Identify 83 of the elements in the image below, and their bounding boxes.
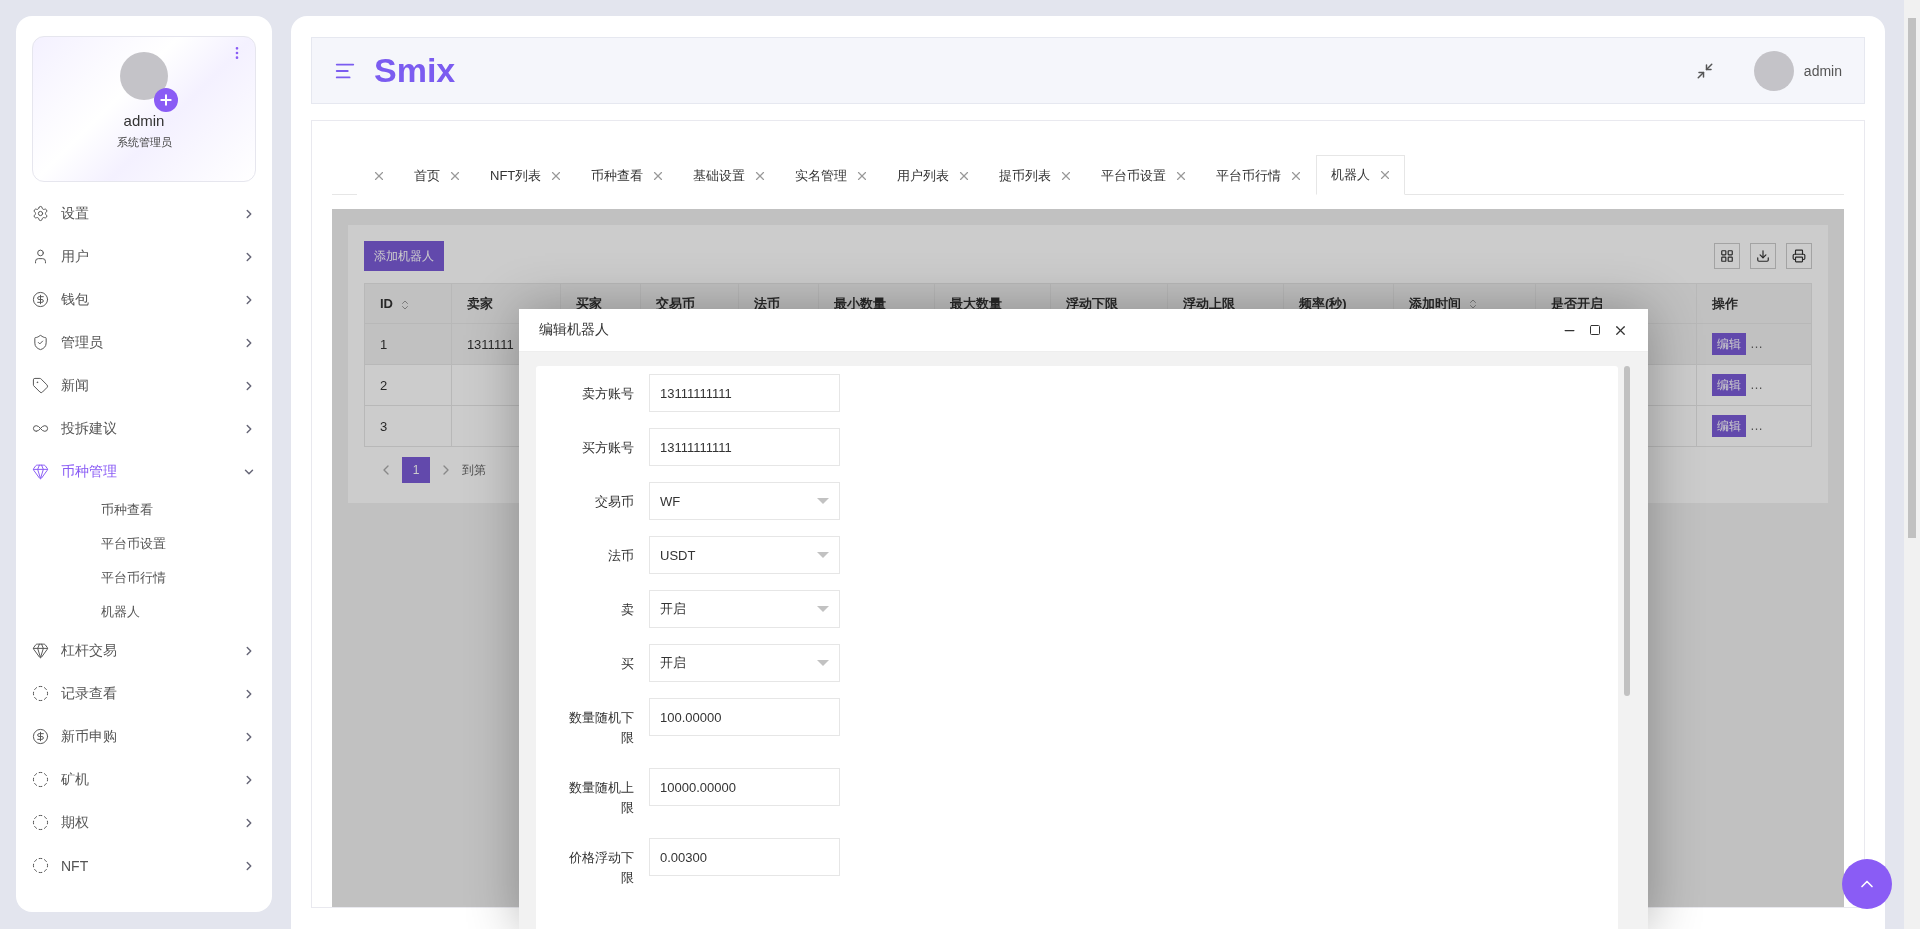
dollar-icon — [32, 728, 49, 745]
dollar-icon — [32, 291, 49, 308]
sidebar-item[interactable]: 钱包 — [32, 278, 256, 321]
field-label: 卖方账号 — [581, 385, 635, 403]
input-field[interactable]: 13111111111 — [649, 374, 840, 412]
collapse-icon[interactable] — [1695, 61, 1714, 80]
edit-button[interactable]: 编辑 — [1711, 333, 1746, 355]
page-button[interactable]: 1 — [402, 457, 430, 483]
select-field[interactable]: 开启 — [649, 644, 840, 682]
user-name: admin — [1803, 62, 1842, 79]
tag-icon — [32, 377, 49, 394]
submenu-item[interactable]: 币种查看 — [32, 493, 256, 527]
logo: Smix — [374, 51, 457, 90]
edit-button[interactable]: 编辑 — [1711, 374, 1746, 396]
shield-icon — [32, 334, 49, 351]
sidebar-item[interactable]: 杠杆交易 — [32, 629, 256, 672]
caret-icon — [817, 498, 829, 504]
input-field[interactable]: 13111111111 — [649, 428, 840, 466]
more-link[interactable]: … — [1749, 417, 1763, 433]
table-cell: 2 — [364, 364, 452, 406]
profile-role: 系统管理员 — [116, 135, 172, 150]
field-label: 价格浮动下限 — [568, 849, 635, 887]
add-button[interactable]: 添加机器人 — [364, 241, 444, 271]
dashed-circle-icon — [32, 857, 49, 874]
sidebar-item[interactable]: 用户 — [32, 235, 256, 278]
tab[interactable]: 机器人 — [1316, 155, 1406, 195]
gear-icon — [32, 205, 49, 222]
download-icon — [1756, 249, 1770, 263]
sidebar-item[interactable]: 新闻 — [32, 364, 256, 407]
edit-button[interactable]: 编辑 — [1711, 415, 1746, 437]
field-label: 买 — [620, 655, 635, 673]
table-cell: 1 — [364, 323, 452, 365]
gem-icon — [32, 463, 49, 480]
sidebar-item[interactable]: 币种管理 — [32, 450, 256, 493]
sidebar-item[interactable]: 新币申购 — [32, 715, 256, 758]
sidebar-item[interactable]: 矿机 — [32, 758, 256, 801]
select-field[interactable]: USDT — [649, 536, 840, 574]
user-icon — [32, 248, 49, 265]
sidebar-item[interactable]: 期权 — [32, 801, 256, 844]
sidebar-item[interactable]: 投拆建议 — [32, 407, 256, 450]
field-label: 数量随机上限 — [568, 779, 635, 817]
sidebar-item[interactable]: 记录查看 — [32, 672, 256, 715]
sidebar-item[interactable]: NFT — [32, 844, 256, 887]
caret-icon — [817, 552, 829, 558]
dashed-circle-icon — [32, 771, 49, 788]
submenu-item[interactable]: 平台币设置 — [32, 527, 256, 561]
select-field[interactable]: 开启 — [649, 590, 840, 628]
field-label: 卖 — [620, 601, 635, 619]
field-label: 法币 — [607, 547, 635, 565]
dashed-circle-icon — [32, 685, 49, 702]
scrollbar-thumb[interactable] — [1624, 366, 1630, 696]
printer-icon — [1792, 249, 1806, 263]
more-link[interactable]: … — [1749, 376, 1763, 392]
sidebar-item[interactable]: 设置 — [32, 192, 256, 235]
table-cell: 3 — [364, 405, 452, 447]
grid-button[interactable] — [1714, 243, 1740, 269]
select-field[interactable]: WF — [649, 482, 840, 520]
field-label: 交易币 — [594, 493, 635, 511]
input-field[interactable]: 0.00300 — [649, 838, 840, 876]
sort-icon[interactable] — [399, 298, 411, 311]
submenu-item[interactable]: 机器人 — [32, 595, 256, 629]
add-icon[interactable] — [154, 88, 178, 112]
field-label: 数量随机下限 — [568, 709, 635, 747]
goto-label: 到第 — [462, 461, 486, 479]
sidebar-item[interactable]: 管理员 — [32, 321, 256, 364]
profile-name: admin — [123, 112, 165, 129]
column-header: ID — [364, 283, 452, 324]
grid-icon — [1720, 249, 1734, 263]
caret-icon — [817, 660, 829, 666]
gem-icon — [32, 642, 49, 659]
input-field[interactable]: 10000.00000 — [649, 768, 840, 806]
export-button[interactable] — [1750, 243, 1776, 269]
dashed-circle-icon — [32, 814, 49, 831]
more-link[interactable]: … — [1749, 335, 1763, 351]
scrollbar-thumb[interactable] — [1908, 18, 1916, 538]
submenu-item[interactable]: 平台币行情 — [32, 561, 256, 595]
column-header: 操作 — [1696, 283, 1812, 324]
print-button[interactable] — [1786, 243, 1812, 269]
field-label: 买方账号 — [581, 439, 635, 457]
avatar — [1753, 50, 1794, 91]
input-field[interactable]: 100.00000 — [649, 698, 840, 736]
caret-icon — [817, 606, 829, 612]
maximize-icon[interactable] — [1589, 324, 1601, 336]
